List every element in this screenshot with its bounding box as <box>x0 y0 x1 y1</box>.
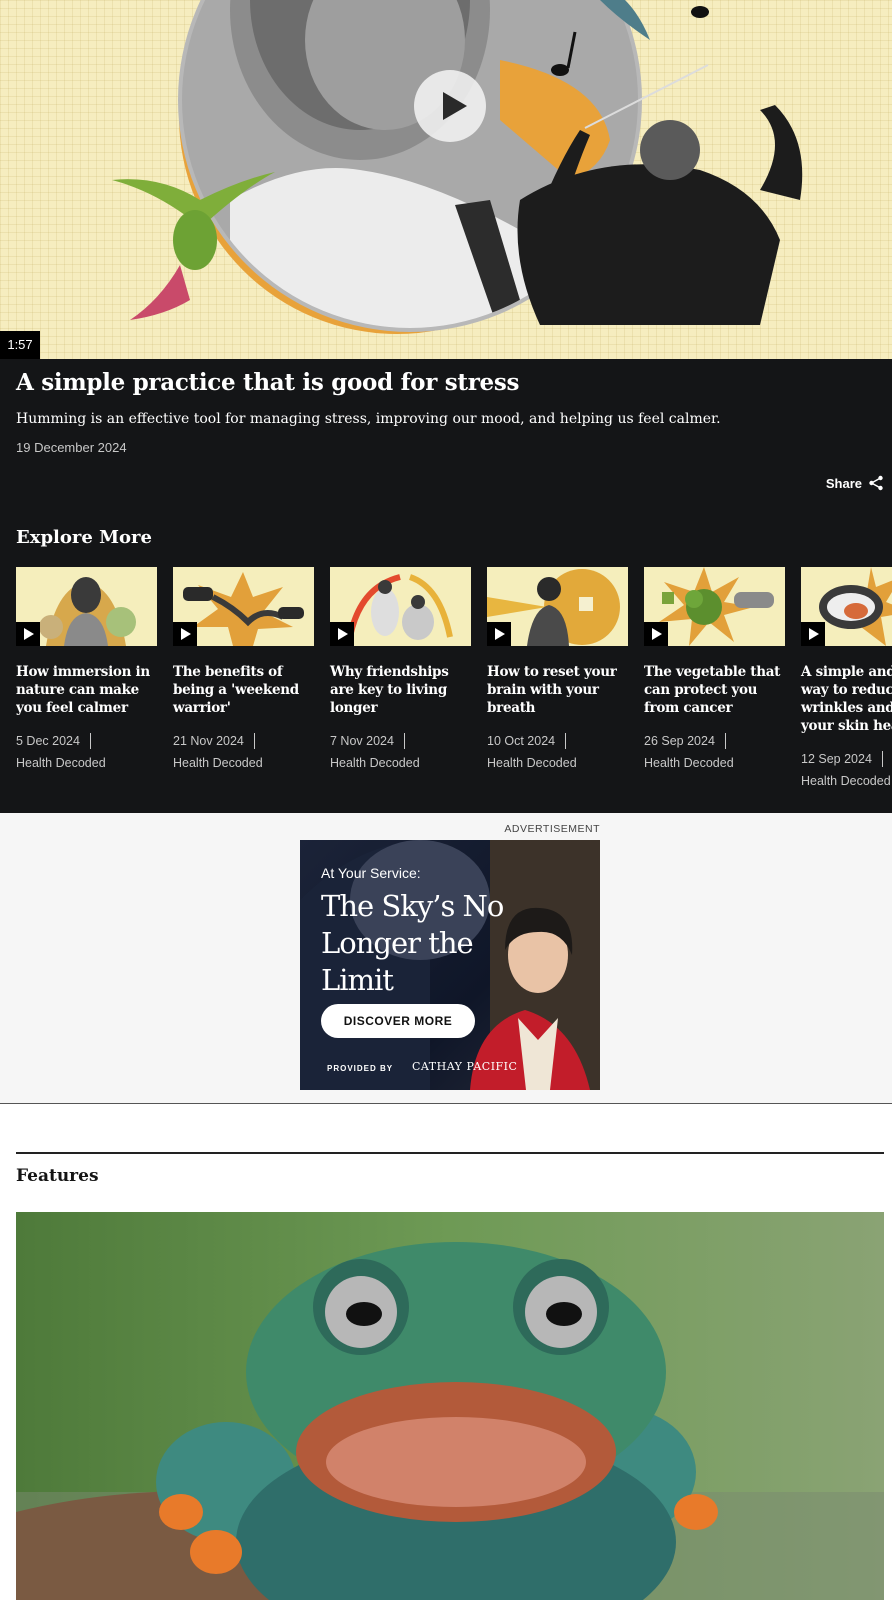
explore-carousel[interactable]: How immersion in nature can make you fee… <box>16 567 892 813</box>
video-date: 19 December 2024 <box>16 440 127 455</box>
advertisement-section: ADVERTISEMENT At Your Service: The Sky’s… <box>0 813 892 1104</box>
feature-image[interactable] <box>16 1212 884 1600</box>
features-divider <box>16 1152 884 1154</box>
hero-video[interactable]: 1:57 <box>0 0 892 359</box>
card-date: 7 Nov 2024 <box>330 733 405 749</box>
ad-brand-logo: CATHAY PACIFIC <box>412 1060 518 1073</box>
card-title: The vegetable that can protect you from … <box>644 664 781 716</box>
card-title: The benefits of being a 'weekend warrior… <box>173 664 299 716</box>
ad-eyebrow: At Your Service: <box>321 865 421 881</box>
video-description: Humming is an effective tool for managin… <box>16 411 721 427</box>
card-thumbnail <box>16 567 157 646</box>
explore-card[interactable]: How to reset your brain with your breath… <box>487 567 628 770</box>
play-icon <box>16 622 40 646</box>
ad-headline: The Sky’s No Longer the Limit <box>321 889 504 997</box>
share-icon <box>869 475 883 491</box>
explore-card[interactable]: Why friendships are key to living longer… <box>330 567 471 770</box>
card-category: Health Decoded <box>16 756 106 770</box>
discover-more-button[interactable]: DISCOVER MORE <box>321 1004 475 1038</box>
card-date: 10 Oct 2024 <box>487 733 567 749</box>
play-icon <box>330 622 354 646</box>
play-icon <box>173 622 197 646</box>
frog-photo <box>16 1212 884 1600</box>
ad-label: ADVERTISEMENT <box>504 823 600 835</box>
play-icon <box>644 622 668 646</box>
card-thumbnail <box>487 567 628 646</box>
card-title: How to reset your brain with your breath <box>487 664 617 716</box>
hero-illustration <box>112 0 803 334</box>
card-category: Health Decoded <box>173 756 263 770</box>
card-date: 26 Sep 2024 <box>644 733 726 749</box>
card-title: A simple and easy way to reduce wrinkles… <box>801 664 892 734</box>
card-meta: 7 Nov 2024 Health Decoded <box>330 733 471 770</box>
card-category: Health Decoded <box>644 756 734 770</box>
card-meta: 5 Dec 2024 Health Decoded <box>16 733 157 770</box>
explore-card[interactable]: A simple and easy way to reduce wrinkles… <box>801 567 892 788</box>
video-duration: 1:57 <box>0 331 40 359</box>
ad-provided-by: PROVIDED BY <box>327 1064 394 1073</box>
play-button[interactable] <box>414 70 486 142</box>
card-thumbnail <box>801 567 892 646</box>
explore-card[interactable]: How immersion in nature can make you fee… <box>16 567 157 770</box>
play-icon <box>801 622 825 646</box>
card-meta: 26 Sep 2024 Health Decoded <box>644 733 785 770</box>
ad-banner[interactable]: At Your Service: The Sky’s No Longer the… <box>300 840 600 1090</box>
card-date: 21 Nov 2024 <box>173 733 255 749</box>
card-category: Health Decoded <box>487 756 577 770</box>
explore-card[interactable]: The benefits of being a 'weekend warrior… <box>173 567 314 770</box>
card-thumbnail <box>644 567 785 646</box>
card-meta: 10 Oct 2024 Health Decoded <box>487 733 628 770</box>
card-date: 5 Dec 2024 <box>16 733 91 749</box>
video-info-section: A simple practice that is good for stres… <box>0 359 892 813</box>
share-label: Share <box>825 475 862 491</box>
card-meta: 21 Nov 2024 Health Decoded <box>173 733 314 770</box>
card-category: Health Decoded <box>330 756 420 770</box>
share-button[interactable]: Share <box>826 475 884 491</box>
play-icon <box>487 622 511 646</box>
explore-more-heading: Explore More <box>16 527 152 548</box>
card-thumbnail <box>173 567 314 646</box>
card-title: How immersion in nature can make you fee… <box>16 664 150 716</box>
card-date: 12 Sep 2024 <box>801 751 883 767</box>
video-title: A simple practice that is good for stres… <box>16 369 520 396</box>
features-heading: Features <box>16 1166 99 1186</box>
card-thumbnail <box>330 567 471 646</box>
explore-card[interactable]: The vegetable that can protect you from … <box>644 567 785 770</box>
card-title: Why friendships are key to living longer <box>330 664 449 716</box>
card-meta: 12 Sep 2024 Health Decoded <box>801 751 892 788</box>
card-category: Health Decoded <box>801 774 891 788</box>
